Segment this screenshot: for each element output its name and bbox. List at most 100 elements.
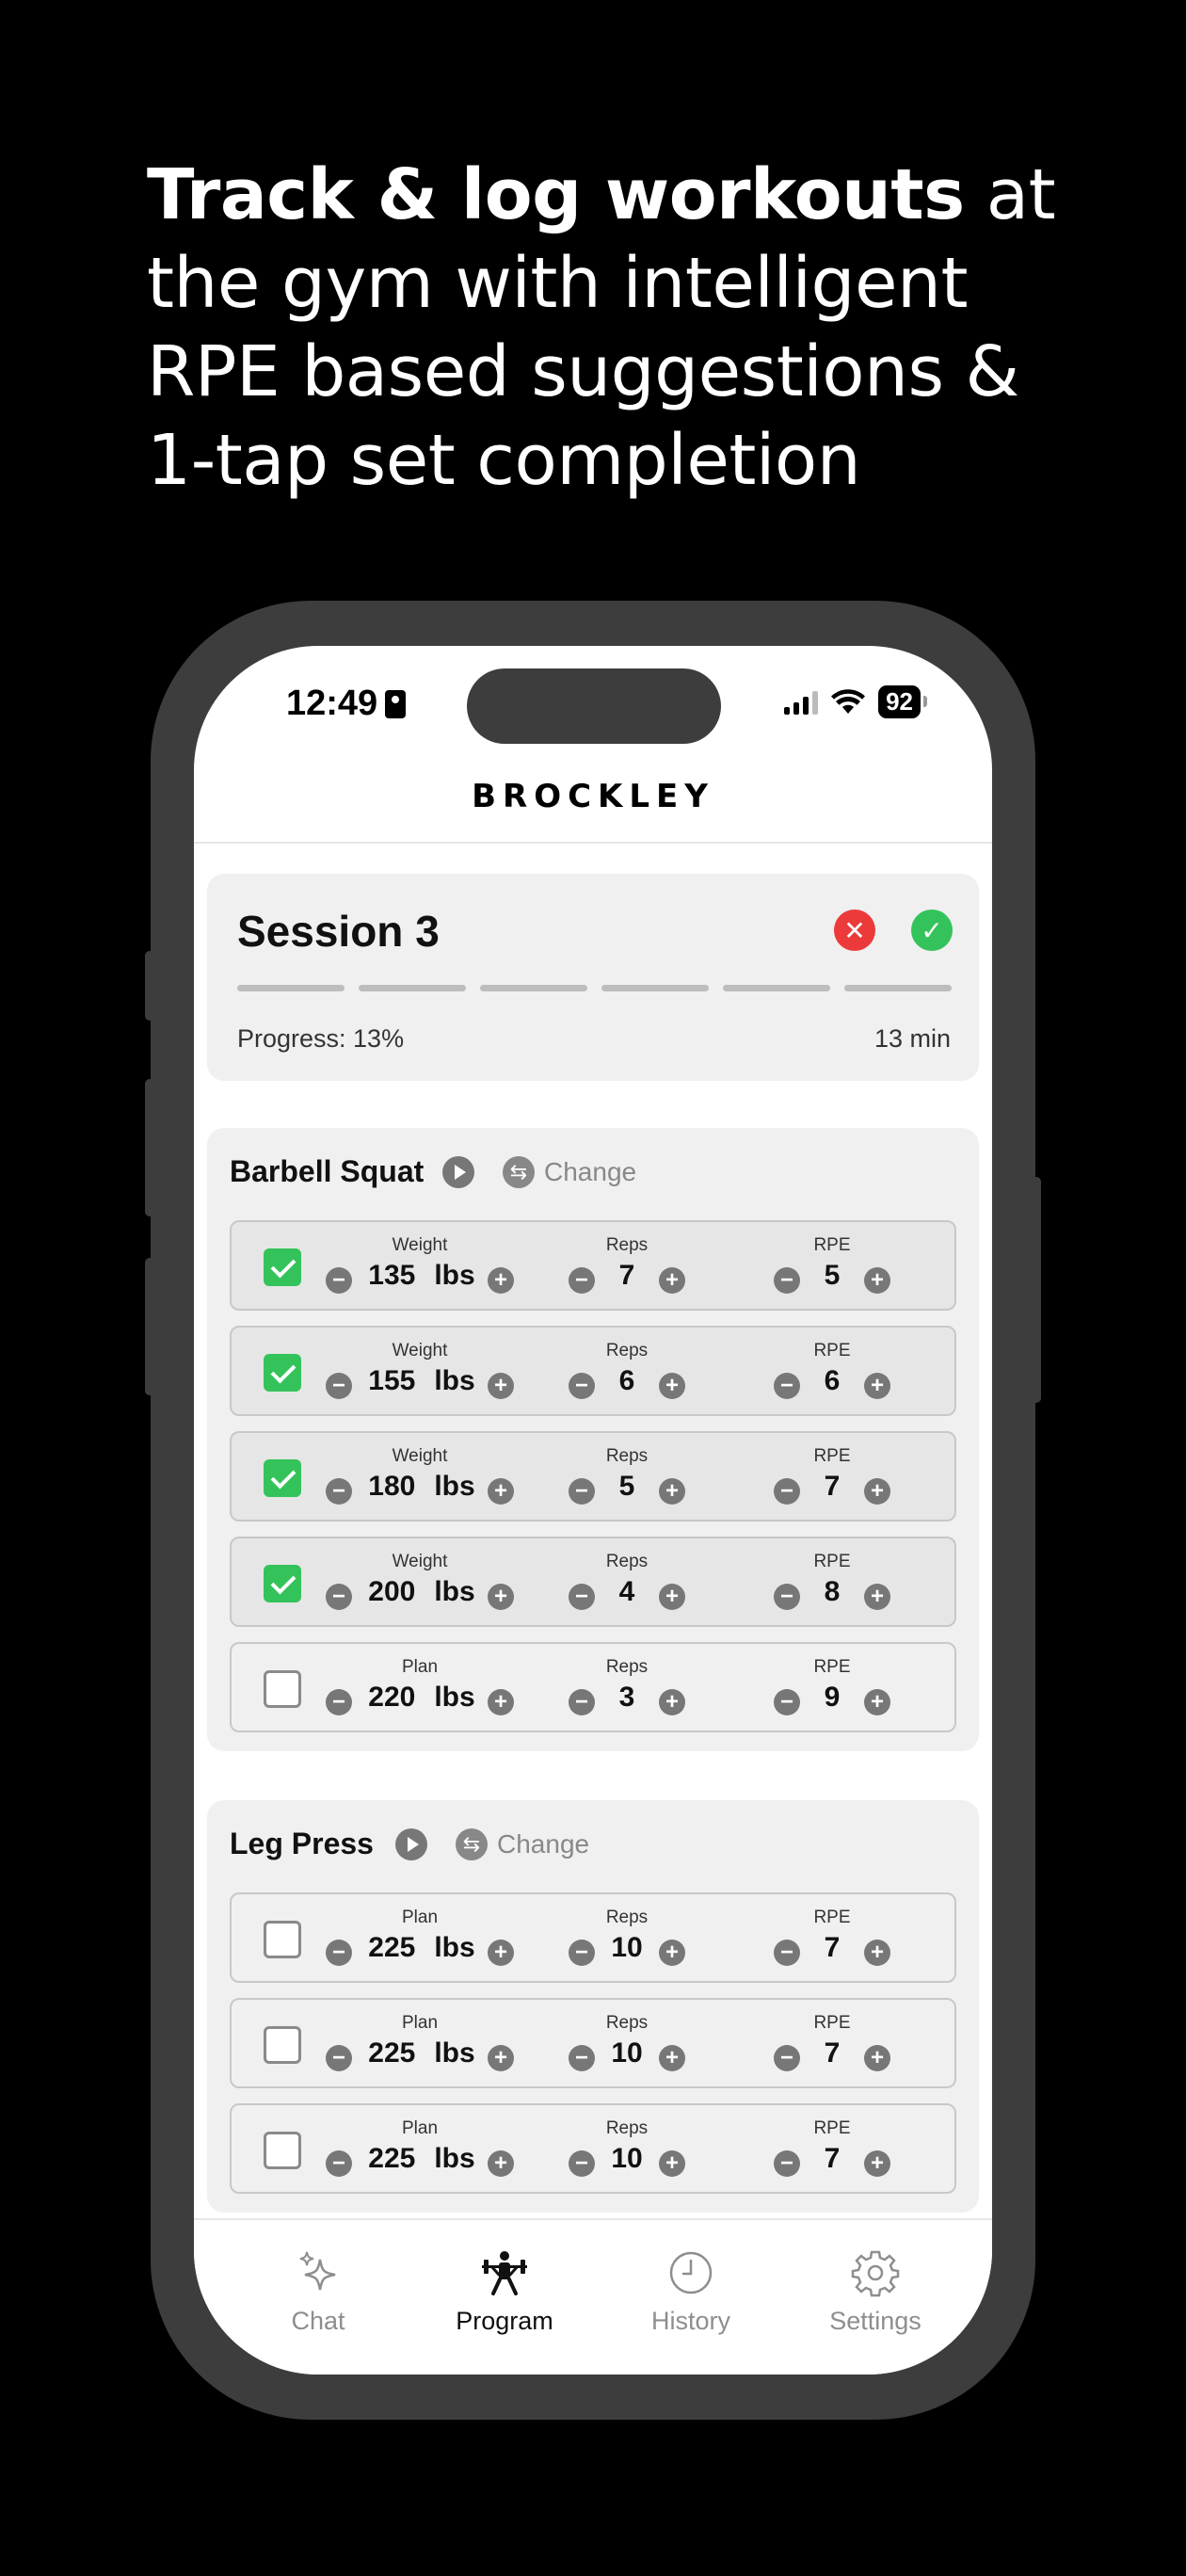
- rpe-value: 7: [824, 2037, 841, 2069]
- weight-label: Weight: [392, 1341, 448, 1360]
- tab-history[interactable]: History: [606, 2248, 776, 2336]
- weight-label: Plan: [401, 1657, 439, 1677]
- increment-rpe-button[interactable]: +: [864, 1940, 890, 1966]
- rpe-value: 6: [824, 1365, 841, 1396]
- rpe-value: 9: [824, 1682, 841, 1713]
- increment-weight-button[interactable]: +: [488, 1940, 514, 1966]
- tab-program-label: Program: [456, 2307, 553, 2335]
- increment-reps-button[interactable]: +: [659, 1689, 685, 1715]
- set-complete-checkbox[interactable]: [264, 1459, 301, 1497]
- rpe-label: RPE: [813, 2013, 851, 2033]
- set-complete-checkbox[interactable]: [264, 1248, 301, 1286]
- increment-weight-button[interactable]: +: [488, 1373, 514, 1399]
- weight-number: 200: [368, 1576, 416, 1607]
- reps-value: 10: [611, 1932, 643, 1963]
- increment-reps-button[interactable]: +: [659, 2045, 685, 2071]
- increment-weight-button[interactable]: +: [488, 1689, 514, 1715]
- reps-value: 10: [611, 2143, 643, 2174]
- progress-label: Progress: 13%: [237, 1024, 405, 1053]
- decrement-weight-button[interactable]: −: [326, 1478, 352, 1505]
- change-exercise-button[interactable]: ⇆ Change: [456, 1828, 589, 1860]
- increment-rpe-button[interactable]: +: [864, 1689, 890, 1715]
- decrement-weight-button[interactable]: −: [326, 2150, 352, 2177]
- rpe-value: 7: [824, 1932, 841, 1963]
- reps-value: 3: [618, 1682, 635, 1713]
- decrement-weight-button[interactable]: −: [326, 2045, 352, 2071]
- increment-weight-button[interactable]: +: [488, 1478, 514, 1505]
- decrement-weight-button[interactable]: −: [326, 1584, 352, 1610]
- weight-unit: lbs: [434, 1932, 475, 1963]
- increment-rpe-button[interactable]: +: [864, 1478, 890, 1505]
- progress-segment: [844, 985, 952, 991]
- set-complete-checkbox[interactable]: [264, 1921, 301, 1958]
- increment-rpe-button[interactable]: +: [864, 1373, 890, 1399]
- tab-program[interactable]: Program: [420, 2248, 589, 2336]
- set-complete-checkbox[interactable]: [264, 2132, 301, 2169]
- session-duration: 13 min: [873, 1024, 951, 1053]
- increment-rpe-button[interactable]: +: [864, 2045, 890, 2071]
- decrement-weight-button[interactable]: −: [326, 1373, 352, 1399]
- phone-power-button: [1032, 1177, 1041, 1403]
- increment-reps-button[interactable]: +: [659, 1267, 685, 1294]
- rpe-value: 5: [824, 1260, 841, 1291]
- set-row: Weight −155 lbs + Reps −6 + RPE −6 +: [230, 1326, 956, 1416]
- decrement-weight-button[interactable]: −: [326, 1940, 352, 1966]
- increment-weight-button[interactable]: +: [488, 1267, 514, 1294]
- weight-number: 225: [368, 2037, 416, 2069]
- increment-weight-button[interactable]: +: [488, 2150, 514, 2177]
- weight-value: 225 lbs: [363, 2143, 480, 2175]
- cellular-signal-icon: [784, 690, 819, 715]
- tab-chat-label: Chat: [291, 2307, 345, 2335]
- increment-reps-button[interactable]: +: [659, 1584, 685, 1610]
- tab-history-label: History: [650, 2307, 730, 2335]
- weight-label: Weight: [392, 1552, 448, 1571]
- play-demo-icon[interactable]: [442, 1156, 474, 1188]
- tab-settings-label: Settings: [829, 2307, 922, 2335]
- reps-label: Reps: [605, 2118, 649, 2138]
- rpe-value: 7: [824, 2143, 841, 2174]
- increment-reps-button[interactable]: +: [659, 1940, 685, 1966]
- increment-reps-button[interactable]: +: [659, 1478, 685, 1505]
- play-demo-icon[interactable]: [395, 1828, 427, 1860]
- status-bar: 12:49 92: [194, 646, 992, 759]
- app-brand: BROCKLEY: [472, 778, 714, 815]
- increment-reps-button[interactable]: +: [659, 1373, 685, 1399]
- increment-rpe-button[interactable]: +: [864, 1584, 890, 1610]
- phone-side-button: [145, 951, 154, 1021]
- weight-value: 180 lbs: [363, 1471, 480, 1503]
- reps-value: 6: [618, 1365, 635, 1396]
- increment-weight-button[interactable]: +: [488, 1584, 514, 1610]
- reps-label: Reps: [605, 1552, 649, 1571]
- decrement-weight-button[interactable]: −: [326, 1267, 352, 1294]
- change-label: Change: [497, 1829, 590, 1859]
- increment-rpe-button[interactable]: +: [864, 1267, 890, 1294]
- increment-weight-button[interactable]: +: [488, 2045, 514, 2071]
- decrement-weight-button[interactable]: −: [326, 1689, 352, 1715]
- complete-session-button[interactable]: ✓: [911, 910, 953, 951]
- change-exercise-button[interactable]: ⇆ Change: [503, 1156, 636, 1188]
- set-complete-checkbox[interactable]: [264, 1670, 301, 1708]
- swap-icon: ⇆: [456, 1828, 488, 1860]
- weight-unit: lbs: [434, 1365, 475, 1396]
- cancel-session-button[interactable]: ✕: [834, 910, 875, 951]
- reps-label: Reps: [605, 1908, 649, 1927]
- set-complete-checkbox[interactable]: [264, 1565, 301, 1602]
- set-complete-checkbox[interactable]: [264, 1354, 301, 1392]
- change-label: Change: [544, 1157, 637, 1186]
- dynamic-island: [467, 668, 721, 744]
- increment-reps-button[interactable]: +: [659, 2150, 685, 2177]
- contact-card-icon: [385, 689, 407, 718]
- set-row: Weight −180 lbs + Reps −5 + RPE −7 +: [230, 1431, 956, 1521]
- reps-value: 4: [618, 1576, 635, 1607]
- tab-chat[interactable]: Chat: [233, 2248, 403, 2336]
- sparkle-icon: [299, 2251, 336, 2291]
- increment-rpe-button[interactable]: +: [864, 2150, 890, 2177]
- tab-settings[interactable]: Settings: [791, 2248, 960, 2336]
- status-indicators: 92: [784, 685, 927, 718]
- session-card: Session 3 ✕ ✓ Progress: 13% 13 min: [207, 874, 979, 1081]
- weight-unit: lbs: [434, 2037, 475, 2069]
- set-complete-checkbox[interactable]: [264, 2026, 301, 2064]
- reps-label: Reps: [605, 1446, 649, 1466]
- swap-icon: ⇆: [503, 1156, 535, 1188]
- progress-segment: [723, 985, 830, 991]
